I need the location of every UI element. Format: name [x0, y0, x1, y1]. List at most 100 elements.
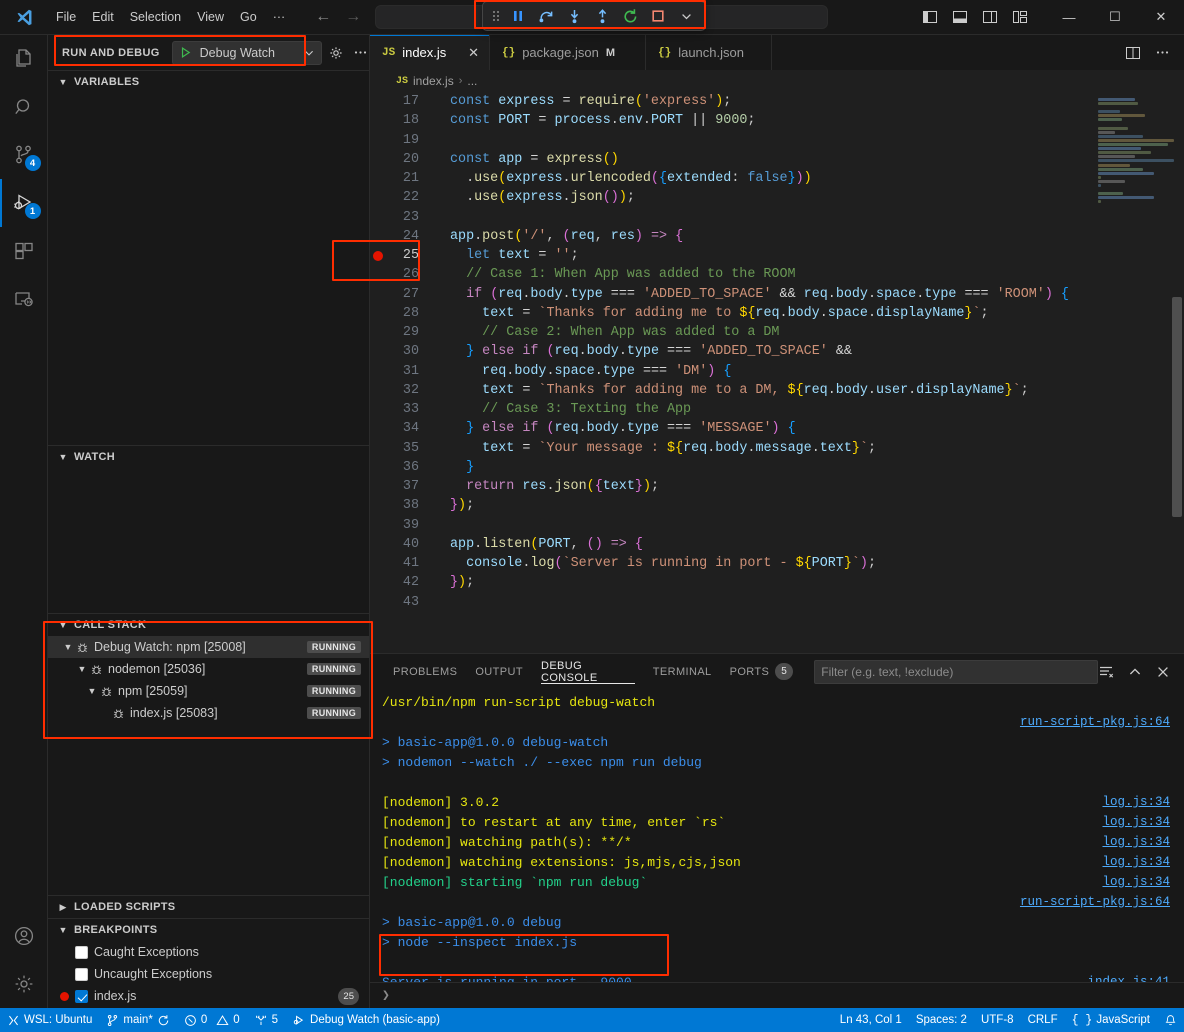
console-source-link[interactable]: run-script-pkg.js:64: [1020, 715, 1170, 729]
stop-button[interactable]: [645, 4, 671, 28]
status-notifications[interactable]: [1157, 1008, 1184, 1032]
tab-launch-json[interactable]: {} launch.json: [646, 35, 772, 70]
pane-watch-header[interactable]: ▼ WATCH: [48, 446, 369, 468]
clear-console-icon[interactable]: [1098, 664, 1114, 680]
sidebar-item-extensions[interactable]: [0, 227, 48, 275]
call-stack-row[interactable]: ▼ npm [25059] RUNNING: [48, 680, 369, 702]
status-remote-host[interactable]: WSL: Ubuntu: [0, 1008, 99, 1032]
console-source-link[interactable]: log.js:34: [1102, 815, 1170, 829]
toggle-panel-icon[interactable]: [952, 9, 968, 25]
code-line[interactable]: 35 text = `Your message : ${req.body.mes…: [370, 439, 1092, 458]
code-line[interactable]: 30 } else if (req.body.type === 'ADDED_T…: [370, 342, 1092, 361]
debug-console-output[interactable]: /usr/bin/npm run-script debug-watchrun-s…: [370, 689, 1184, 982]
console-source-link[interactable]: log.js:34: [1102, 855, 1170, 869]
tab-index-js[interactable]: JS index.js ✕: [370, 35, 490, 70]
close-button[interactable]: ✕: [1138, 0, 1184, 35]
console-source-link[interactable]: index.js:41: [1087, 975, 1170, 982]
sidebar-item-run-and-debug[interactable]: 1: [0, 179, 48, 227]
menu-go[interactable]: Go: [232, 7, 265, 27]
code-line[interactable]: 24app.post('/', (req, res) => {: [370, 227, 1092, 246]
sidebar-item-explorer[interactable]: [0, 35, 48, 83]
status-ports[interactable]: 5: [247, 1008, 285, 1032]
maximize-button[interactable]: ☐: [1092, 0, 1138, 35]
code-line[interactable]: 33 // Case 3: Texting the App: [370, 400, 1092, 419]
code-line[interactable]: 32 text = `Thanks for adding me to a DM,…: [370, 381, 1092, 400]
code-line[interactable]: 38});: [370, 496, 1092, 515]
arrow-left-icon[interactable]: ←: [315, 9, 331, 25]
chevron-down-icon[interactable]: [673, 4, 699, 28]
breakpoint-checkbox[interactable]: [75, 990, 88, 1003]
code-line[interactable]: 22 .use(express.json());: [370, 188, 1092, 207]
close-panel-icon[interactable]: [1156, 665, 1170, 679]
status-indentation[interactable]: Spaces: 2: [909, 1008, 974, 1032]
scrollbar-thumb[interactable]: [1172, 297, 1182, 517]
step-over-button[interactable]: [533, 4, 559, 28]
status-eol[interactable]: CRLF: [1021, 1008, 1065, 1032]
accounts-button[interactable]: [0, 912, 48, 960]
call-stack-row[interactable]: ▼ nodemon [25036] RUNNING: [48, 658, 369, 680]
maximize-panel-icon[interactable]: [1128, 665, 1142, 679]
breakpoint-checkbox[interactable]: [75, 946, 88, 959]
minimap[interactable]: [1092, 92, 1184, 653]
code-line[interactable]: 19: [370, 131, 1092, 150]
tab-package-json[interactable]: {} package.json M: [490, 35, 646, 70]
ellipsis-icon[interactable]: [353, 45, 368, 60]
status-debug-session[interactable]: Debug Watch (basic-app): [285, 1008, 447, 1032]
code-line[interactable]: 21 .use(express.urlencoded({extended: fa…: [370, 169, 1092, 188]
call-stack-row[interactable]: ▼ Debug Watch: npm [25008] RUNNING: [48, 636, 369, 658]
menu-view[interactable]: View: [189, 7, 232, 27]
minimize-button[interactable]: —: [1046, 0, 1092, 35]
pane-call-stack-header[interactable]: ▼ CALL STACK: [48, 614, 369, 636]
code-line[interactable]: 26 // Case 1: When App was added to the …: [370, 265, 1092, 284]
code-line[interactable]: 17const express = require('express');: [370, 92, 1092, 111]
step-out-button[interactable]: [589, 4, 615, 28]
code-line[interactable]: 43: [370, 593, 1092, 612]
console-source-link[interactable]: run-script-pkg.js:64: [1020, 895, 1170, 909]
status-problems[interactable]: 0 0: [177, 1008, 247, 1032]
code-line[interactable]: 27 if (req.body.type === 'ADDED_TO_SPACE…: [370, 285, 1092, 304]
launch-configuration-select[interactable]: Debug Watch: [172, 41, 322, 65]
status-git-branch[interactable]: main*: [99, 1008, 176, 1032]
restart-button[interactable]: [617, 4, 643, 28]
code-line[interactable]: 25 let text = '';: [370, 246, 1092, 265]
tab-debug-console[interactable]: DEBUG CONSOLE: [532, 654, 644, 689]
arrow-right-icon[interactable]: →: [345, 9, 361, 25]
editor-more-actions-icon[interactable]: [1155, 45, 1170, 60]
split-editor-right-icon[interactable]: [1125, 45, 1141, 61]
breadcrumb-symbol[interactable]: ...: [467, 74, 477, 88]
tab-problems[interactable]: PROBLEMS: [384, 654, 466, 689]
gear-icon[interactable]: [328, 45, 344, 61]
chevron-down-icon[interactable]: [303, 47, 315, 59]
code-lines[interactable]: 17const express = require('express');18c…: [370, 92, 1092, 653]
menu-selection[interactable]: Selection: [122, 7, 189, 27]
toggle-primary-sidebar-icon[interactable]: [922, 9, 938, 25]
tab-ports[interactable]: PORTS 5: [721, 654, 803, 689]
pane-variables-header[interactable]: ▼ VARIABLES: [48, 71, 369, 93]
menu-file[interactable]: File: [48, 7, 84, 27]
tab-output[interactable]: OUTPUT: [466, 654, 532, 689]
code-line[interactable]: 37 return res.json({text});: [370, 477, 1092, 496]
close-icon[interactable]: ✕: [462, 45, 479, 61]
menu-more[interactable]: ···: [265, 7, 294, 27]
code-line[interactable]: 23: [370, 208, 1092, 227]
manage-settings-button[interactable]: [0, 960, 48, 1008]
breakpoint-row[interactable]: Uncaught Exceptions: [48, 963, 369, 985]
code-line[interactable]: 40app.listen(PORT, () => {: [370, 535, 1092, 554]
tab-terminal[interactable]: TERMINAL: [644, 654, 721, 689]
call-stack-row[interactable]: index.js [25083] RUNNING: [48, 702, 369, 724]
code-line[interactable]: 34 } else if (req.body.type === 'MESSAGE…: [370, 419, 1092, 438]
console-source-link[interactable]: log.js:34: [1102, 875, 1170, 889]
code-line[interactable]: 18const PORT = process.env.PORT || 9000;: [370, 111, 1092, 130]
sidebar-item-search[interactable]: [0, 83, 48, 131]
sidebar-item-source-control[interactable]: 4: [0, 131, 48, 179]
code-line[interactable]: 31 req.body.space.type === 'DM') {: [370, 362, 1092, 381]
code-line[interactable]: 39: [370, 516, 1092, 535]
chevron-down-icon[interactable]: ▼: [86, 686, 98, 696]
debug-console-input[interactable]: ❯: [370, 982, 1184, 1008]
pause-button[interactable]: [505, 4, 531, 28]
breakpoint-row[interactable]: index.js 25: [48, 985, 369, 1007]
customize-layout-icon[interactable]: [1012, 9, 1028, 25]
chevron-down-icon[interactable]: ▼: [62, 642, 74, 652]
code-line[interactable]: 28 text = `Thanks for adding me to ${req…: [370, 304, 1092, 323]
status-cursor-position[interactable]: Ln 43, Col 1: [833, 1008, 909, 1032]
